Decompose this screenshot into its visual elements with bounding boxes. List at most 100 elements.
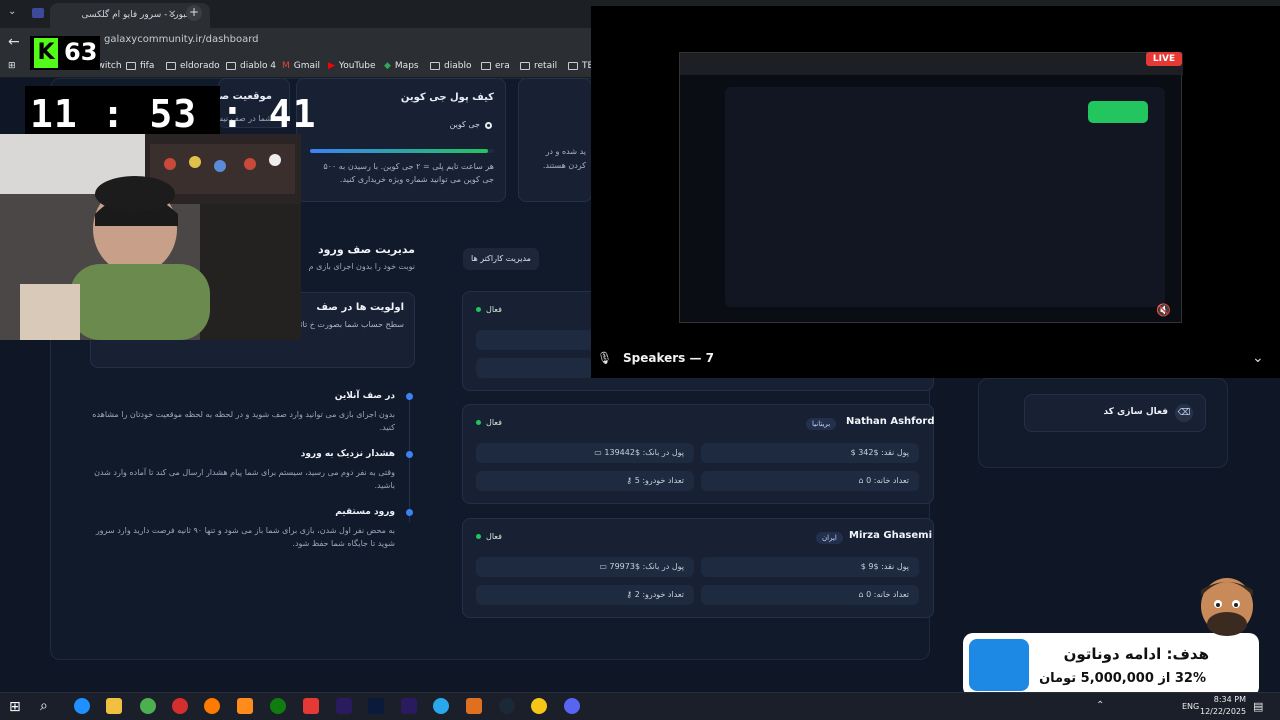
kick-logo-icon: K	[34, 38, 58, 68]
back-arrow-icon[interactable]: ←	[8, 34, 20, 50]
tray-chevron-icon[interactable]: ⌃	[1096, 700, 1104, 711]
kick-follower-widget: K 63	[30, 36, 100, 70]
apps-grid-icon[interactable]: ⊞	[8, 61, 16, 71]
wallet-radio[interactable]	[485, 122, 492, 129]
tab-group-icon[interactable]	[32, 8, 44, 18]
wallet-progress-fill	[310, 149, 489, 153]
bookmark-tb[interactable]: TB	[568, 61, 594, 71]
wallet-radio-label: جی کوین	[449, 120, 480, 129]
status-dot-icon	[476, 534, 481, 539]
shared-browser-bar	[680, 53, 1183, 75]
side-card-text: ید شده و در کردن هستند.	[542, 147, 586, 170]
steam-icon[interactable]	[499, 698, 515, 714]
file-explorer-icon[interactable]	[106, 698, 122, 714]
app-icon[interactable]	[466, 698, 482, 714]
folder-icon	[126, 62, 136, 70]
character-name: Nathan Ashford	[846, 416, 935, 427]
speakers-label: Speakers — 7	[623, 351, 715, 365]
wallet-progress-track	[310, 149, 494, 153]
dollar-icon: $	[860, 562, 866, 571]
goal-title: هدف: ادامه دوناتون	[1063, 645, 1209, 663]
bookmark-maps[interactable]: ◆ Maps	[384, 61, 419, 71]
mute-icon[interactable]: 🔇	[1156, 303, 1171, 317]
wallet-title: کیف پول جی کوین	[400, 92, 494, 103]
media-encoder-icon[interactable]	[401, 698, 417, 714]
maps-icon: ◆	[384, 61, 391, 71]
house-icon: ⌂	[858, 590, 864, 599]
step-dot	[406, 393, 413, 400]
step-title: ورود مستقیم	[335, 507, 395, 517]
dollar-icon: $	[850, 448, 856, 457]
bookmark-diablo4[interactable]: diablo 4	[226, 61, 276, 71]
chrome-icon[interactable]	[140, 698, 156, 714]
xbox-icon[interactable]	[270, 698, 286, 714]
folder-icon	[568, 62, 578, 70]
bookmark-gmail[interactable]: M Gmail	[282, 61, 320, 71]
photoshop-icon[interactable]	[368, 698, 384, 714]
bookmark-era[interactable]: era	[481, 61, 510, 71]
character-status: فعال	[476, 532, 502, 541]
character-status: فعال	[476, 305, 502, 314]
search-icon[interactable]: ⌕	[40, 698, 48, 714]
folder-icon	[226, 62, 236, 70]
key-icon: ⚷	[626, 476, 633, 485]
bookmark-youtube[interactable]: ▶ YouTube	[328, 61, 376, 71]
key-icon: ⚷	[626, 590, 633, 599]
goal-logo-icon	[969, 639, 1029, 691]
folder-icon	[166, 62, 176, 70]
windows-start-icon[interactable]: ⊞	[9, 699, 21, 715]
country-badge: بریتانیا	[806, 418, 837, 430]
close-tab-icon[interactable]: ✕	[168, 9, 176, 20]
card-icon: ▭	[594, 448, 602, 457]
step-dot	[406, 451, 413, 458]
step-dot	[406, 509, 413, 516]
character-name: Mirza Ghasemi	[849, 530, 933, 541]
character-cash: پول نقد: $342 $	[701, 443, 919, 463]
tab-characters[interactable]: مدیریت کاراکتر ها	[463, 248, 539, 270]
url-field[interactable]: galaxycommunity.ir/dashboard	[90, 34, 590, 52]
folder-icon	[481, 62, 491, 70]
bookmark-fifa[interactable]: fifa	[126, 61, 154, 71]
trash-icon: ⌫	[1175, 404, 1193, 422]
tab-title: داشبورد - سرور فایو ام گلکسی	[81, 10, 200, 20]
chevron-down-icon[interactable]: ⌄	[1252, 350, 1264, 366]
character-cash: پول نقد: $9 $	[701, 557, 919, 577]
premiere-icon[interactable]	[336, 698, 352, 714]
bookmark-eldorado[interactable]: eldorado	[166, 61, 220, 71]
avatar-icon	[1192, 572, 1262, 644]
folder-icon	[430, 62, 440, 70]
tray-date[interactable]: 12/22/2025	[1200, 707, 1246, 716]
status-dot-icon	[476, 420, 481, 425]
priority-title: اولویت ها در صف	[316, 302, 404, 313]
activate-code-label: فعال سازی کد	[1103, 407, 1168, 417]
shared-screen	[679, 52, 1183, 323]
follower-count: 63	[64, 38, 98, 66]
language-indicator[interactable]: ENG	[1182, 702, 1199, 711]
microphone-icon: 🎙	[597, 351, 613, 365]
youtube-app-icon[interactable]	[303, 698, 319, 714]
youtube-icon: ▶	[328, 61, 335, 71]
tab-menu-icon[interactable]: ⌄	[8, 6, 16, 17]
bookmark-retail[interactable]: retail	[520, 61, 557, 71]
webcam-feed	[0, 134, 301, 340]
step-text: به محض نفر اول شدن، بازی برای شما باز می…	[95, 526, 395, 548]
goal-progress-text: 32% از 5,000,000 تومان	[1039, 671, 1206, 686]
step-text: بدون اجرای بازی می توانید وارد صف شوید و…	[92, 410, 395, 432]
character-bank: پول در بانک: $79973 ▭	[476, 557, 694, 577]
new-tab-button[interactable]: +	[186, 5, 202, 21]
origin-icon[interactable]	[237, 698, 253, 714]
opera-icon[interactable]	[172, 698, 188, 714]
bookmark-diablo[interactable]: diablo	[430, 61, 471, 71]
wallet-info: هر ساعت تایم پلی = ۲ جی کوین. با رسیدن ب…	[323, 162, 494, 184]
app-icon[interactable]	[531, 698, 547, 714]
character-houses: تعداد خانه: 0 ⌂	[701, 585, 919, 605]
telegram-icon[interactable]	[433, 698, 449, 714]
step-text: وقتی به نفر دوم می رسید، سیستم برای شما …	[94, 468, 395, 490]
shared-green-button	[1088, 101, 1148, 123]
discord-icon[interactable]	[564, 698, 580, 714]
firefox-icon[interactable]	[204, 698, 220, 714]
edge-icon[interactable]	[74, 698, 90, 714]
tray-time[interactable]: 8:34 PM	[1206, 695, 1246, 704]
notification-icon[interactable]: ▤	[1253, 700, 1263, 713]
character-houses: تعداد خانه: 0 ⌂	[701, 471, 919, 491]
